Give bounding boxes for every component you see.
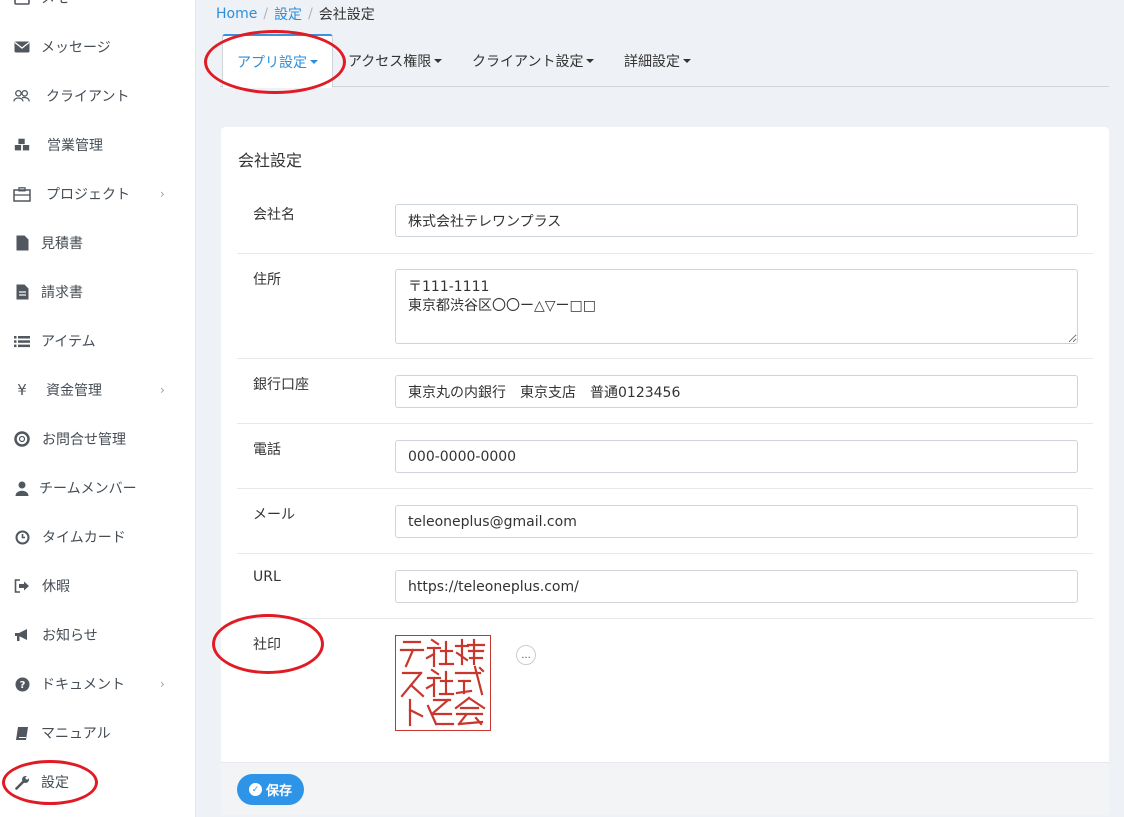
sidebar-item-invoices[interactable]: 請求書 <box>0 272 196 312</box>
sidebar-item-label: 見積書 <box>41 236 83 252</box>
sidebar-item-finance[interactable]: ¥ 資金管理 › <box>0 370 196 410</box>
sidebar-item-label: プロジェクト <box>46 187 130 203</box>
clock-icon <box>13 528 31 546</box>
breadcrumb: Home / 設定 / 会社設定 <box>216 4 375 24</box>
sidebar-item-label: お問合せ管理 <box>42 432 126 448</box>
url-input[interactable] <box>395 570 1078 603</box>
sidebar-item-label: マニュアル <box>41 726 111 742</box>
sidebar-item-team[interactable]: チームメンバー <box>0 468 196 508</box>
sidebar-item-documents[interactable]: ? ドキュメント › <box>0 664 196 704</box>
company-name-input[interactable] <box>395 204 1078 237</box>
sidebar-item-memo[interactable]: メモ <box>0 0 196 18</box>
chevron-right-icon: › <box>160 383 165 397</box>
phone-label: 電話 <box>253 442 281 458</box>
seal-more-button[interactable]: ... <box>516 645 536 665</box>
yen-icon: ¥ <box>17 381 27 399</box>
caret-down-icon <box>586 58 595 63</box>
phone-row: 電話 <box>237 424 1093 489</box>
phone-input[interactable] <box>395 440 1078 473</box>
sidebar-item-label: 請求書 <box>41 285 83 301</box>
address-row: 住所 〒111-1111 東京都渋谷区〇〇ー△▽ー□□ <box>237 254 1093 359</box>
wrench-icon <box>13 773 31 791</box>
sidebar-item-clients[interactable]: クライアント <box>0 76 196 116</box>
sidebar-item-leave[interactable]: 休暇 <box>0 566 196 606</box>
email-input[interactable] <box>395 505 1078 538</box>
sign-out-icon <box>13 577 31 595</box>
tab-access-permissions[interactable]: アクセス権限 <box>348 34 443 87</box>
user-icon <box>13 479 31 497</box>
file-text-icon <box>13 283 31 301</box>
bank-account-input[interactable] <box>395 375 1078 408</box>
sidebar-item-projects[interactable]: プロジェクト › <box>0 174 196 214</box>
breadcrumb-settings-link[interactable]: 設定 <box>274 4 302 24</box>
tab-app-settings[interactable]: アプリ設定 <box>222 34 333 88</box>
sidebar-item-settings[interactable]: 設定 <box>0 762 196 802</box>
company-seal-image <box>395 635 491 731</box>
bullhorn-icon <box>13 626 31 644</box>
caret-down-icon <box>683 58 691 63</box>
sidebar-item-manual[interactable]: マニュアル <box>0 713 196 753</box>
bank-account-row: 銀行口座 <box>237 359 1093 424</box>
list-icon <box>13 332 31 350</box>
chevron-right-icon: › <box>160 677 165 691</box>
sidebar-item-label: ドキュメント <box>41 677 125 693</box>
file-icon <box>13 234 31 252</box>
note-icon <box>13 0 31 7</box>
sidebar-item-label: チームメンバー <box>39 481 137 497</box>
sidebar-item-timecard[interactable]: タイムカード <box>0 517 196 557</box>
breadcrumb-home-link[interactable]: Home <box>216 6 257 22</box>
book-icon <box>13 724 31 742</box>
sidebar-item-label: 資金管理 <box>46 383 102 399</box>
sidebar-item-inquiries[interactable]: お問合せ管理 <box>0 419 196 459</box>
card-title: 会社設定 <box>238 151 303 170</box>
sidebar-item-label: メッセージ <box>41 40 111 56</box>
bank-account-label: 銀行口座 <box>253 377 309 393</box>
sidebar: メモ メッセージ クライアント 営業管理 プロジェクト › 見積書 <box>0 0 196 817</box>
tab-client-settings[interactable]: クライアント設定 <box>472 34 595 87</box>
seal-row: 社印 <box>237 619 1093 759</box>
cubes-icon <box>13 136 31 154</box>
sidebar-item-label: メモ <box>41 0 69 8</box>
email-label: メール <box>253 507 295 523</box>
sidebar-item-label: タイムカード <box>42 530 126 546</box>
sidebar-item-label: クライアント <box>46 89 130 105</box>
sidebar-item-sales[interactable]: 営業管理 <box>0 125 196 165</box>
question-circle-icon: ? <box>13 675 31 693</box>
breadcrumb-current: 会社設定 <box>318 7 375 23</box>
svg-text:?: ? <box>19 680 25 691</box>
sidebar-item-label: 営業管理 <box>47 138 103 154</box>
address-textarea[interactable]: 〒111-1111 東京都渋谷区〇〇ー△▽ー□□ <box>395 269 1078 344</box>
sidebar-item-estimates[interactable]: 見積書 <box>0 223 196 263</box>
check-circle-icon: ✓ <box>248 783 262 796</box>
company-name-row: 会社名 <box>237 188 1093 254</box>
lifebuoy-icon <box>13 430 31 448</box>
sidebar-item-label: お知らせ <box>42 628 98 644</box>
company-settings-card: 会社設定 会社名 住所 〒111-1111 東京都渋谷区〇〇ー△▽ー□□ 銀行口… <box>221 127 1109 815</box>
settings-tabs: アプリ設定 アクセス権限 クライアント設定 詳細設定 <box>220 34 1109 88</box>
sidebar-item-label: 休暇 <box>42 579 70 595</box>
sidebar-item-items[interactable]: アイテム <box>0 321 196 361</box>
card-footer: ✓ 保存 <box>221 762 1109 815</box>
sidebar-item-notices[interactable]: お知らせ <box>0 615 196 655</box>
address-label: 住所 <box>253 272 281 288</box>
users-icon <box>13 87 31 105</box>
url-label: URL <box>253 569 281 585</box>
email-row: メール <box>237 489 1093 554</box>
save-button[interactable]: ✓ 保存 <box>237 774 304 805</box>
briefcase-icon <box>13 185 31 203</box>
sidebar-item-label: 設定 <box>41 775 69 791</box>
caret-down-icon <box>310 59 318 64</box>
sidebar-item-messages[interactable]: メッセージ <box>0 27 196 67</box>
envelope-icon <box>13 38 31 56</box>
company-seal-label: 社印 <box>253 637 281 653</box>
caret-down-icon <box>434 58 443 63</box>
company-name-label: 会社名 <box>253 207 295 223</box>
chevron-right-icon: › <box>160 187 165 201</box>
url-row: URL <box>237 554 1093 619</box>
sidebar-item-label: アイテム <box>41 334 96 350</box>
tab-advanced-settings[interactable]: 詳細設定 <box>624 34 691 87</box>
